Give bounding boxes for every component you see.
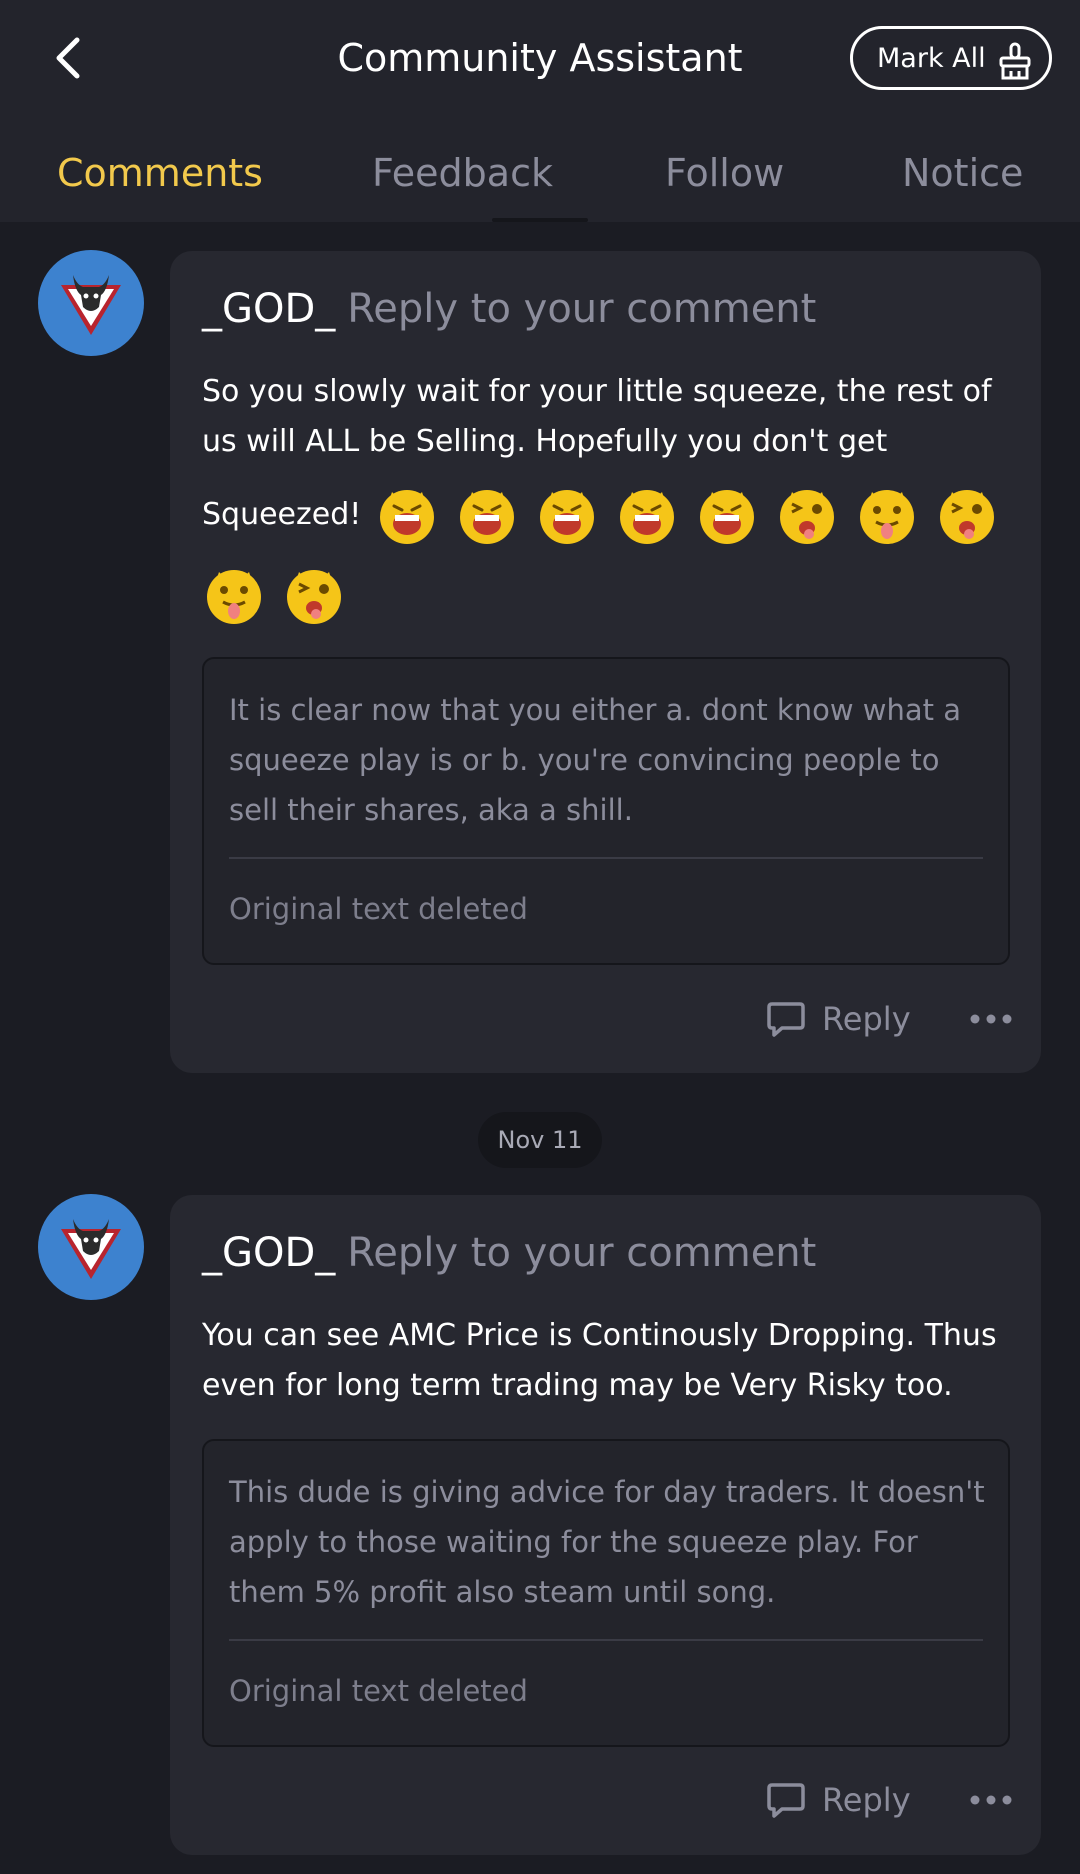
divider [229, 1639, 983, 1641]
message-text: So you slowly wait for your little squee… [202, 374, 992, 459]
notification-card: _GOD_ Reply to your comment You can see A… [170, 1195, 1041, 1855]
tab-bar: Comments Feedback Follow Notice [0, 140, 1080, 206]
reply-button[interactable]: Reply [766, 1775, 911, 1825]
laughing-tiger-emoji [535, 483, 599, 547]
quoted-comment-footer: Original text deleted [229, 1674, 528, 1708]
reply-button[interactable]: Reply [766, 994, 911, 1044]
laughing-tiger-emoji [455, 483, 519, 547]
quoted-comment-footer: Original text deleted [229, 892, 528, 926]
more-options-button[interactable] [966, 994, 1016, 1044]
winking-tiger-emoji [775, 483, 839, 547]
app-header: Community Assistant Mark All Comments Fe… [0, 0, 1080, 222]
bull-shield-icon [61, 1219, 121, 1279]
winking-tiger-emoji [935, 483, 999, 547]
laughing-tiger-emoji [615, 483, 679, 547]
tongue-tiger-emoji [855, 483, 919, 547]
username[interactable]: _GOD_ [202, 1230, 335, 1276]
mark-all-label: Mark All [877, 42, 986, 74]
tab-comments[interactable]: Comments [57, 140, 263, 206]
date-separator: Nov 11 [478, 1112, 602, 1168]
reply-label: Reply [822, 1000, 911, 1038]
tab-feedback[interactable]: Feedback [372, 140, 553, 206]
chat-bubble-icon [767, 1783, 805, 1818]
quoted-comment[interactable]: It is clear now that you either a. dont … [202, 657, 1010, 965]
username[interactable]: _GOD_ [202, 286, 335, 332]
ellipsis-icon [970, 1795, 1012, 1805]
quoted-comment-text: It is clear now that you either a. dont … [229, 693, 961, 827]
more-options-button[interactable] [966, 1775, 1016, 1825]
divider [229, 857, 983, 859]
message-text-tail: Squeezed! [202, 497, 362, 532]
winking-tiger-emoji [282, 563, 346, 627]
broom-icon [999, 42, 1031, 80]
ellipsis-icon [970, 1014, 1012, 1024]
chat-bubble-icon [767, 1002, 805, 1037]
tab-notice[interactable]: Notice [902, 140, 1023, 206]
tab-follow[interactable]: Follow [665, 140, 784, 206]
message-text: You can see AMC Price is Continously Dro… [202, 1318, 997, 1403]
avatar[interactable] [38, 1194, 144, 1300]
bull-shield-icon [61, 275, 121, 335]
laughing-tiger-emoji [375, 483, 439, 547]
tongue-tiger-emoji [202, 563, 266, 627]
quoted-comment[interactable]: This dude is giving advice for day trade… [202, 1439, 1010, 1747]
reply-label: Reply [822, 1781, 911, 1819]
notification-card: _GOD_ Reply to your comment So you slowly… [170, 251, 1041, 1073]
quoted-comment-text: This dude is giving advice for day trade… [229, 1475, 985, 1609]
laughing-tiger-emoji [695, 483, 759, 547]
notification-action: Reply to your comment [347, 286, 817, 332]
mark-all-button[interactable]: Mark All [850, 26, 1052, 90]
avatar[interactable] [38, 250, 144, 356]
notification-action: Reply to your comment [347, 1230, 817, 1276]
tab-indicator [492, 218, 588, 222]
